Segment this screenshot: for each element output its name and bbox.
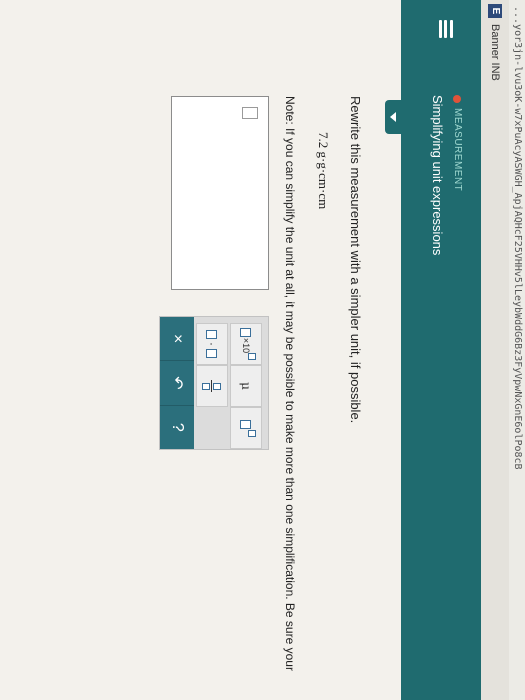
screen: ...yor3jn-lvu3oK-w7xPuAcyASWGH_ApjAQHcF2… xyxy=(0,0,525,700)
url-text: ...yor3jn-lvu3oK-w7xPuAcyASWGH_ApjAQHcF2… xyxy=(512,6,523,470)
measurement-expression: 7.2 g·g·cm·cm xyxy=(316,132,331,210)
undo-button[interactable]: ↶ xyxy=(160,361,194,406)
sci-base-slot xyxy=(240,327,252,337)
answer-input[interactable] xyxy=(171,96,269,290)
sci-exponent-slot xyxy=(248,353,256,361)
question-instruction: Rewrite this measurement with a simpler … xyxy=(348,96,363,424)
clear-button[interactable]: × xyxy=(160,317,194,362)
exp-base-slot xyxy=(240,419,252,429)
multiply-dot-button[interactable]: · xyxy=(196,323,228,365)
category-dot-icon xyxy=(453,95,462,103)
chevron-down-icon xyxy=(390,112,396,122)
topic-header: MEASUREMENT Simplifying unit expressions xyxy=(401,0,481,700)
question-note: Note: If you can simplify the unit at al… xyxy=(283,96,297,671)
dot-left-slot xyxy=(206,330,218,339)
fraction-denominator-slot xyxy=(202,382,211,390)
category-row: MEASUREMENT xyxy=(452,95,463,191)
menu-icon[interactable] xyxy=(439,20,453,38)
answer-slot[interactable] xyxy=(242,107,258,119)
topic-title: Simplifying unit expressions xyxy=(430,95,445,256)
help-icon: ? xyxy=(169,422,186,432)
sci-notation-button[interactable]: ×10 xyxy=(230,323,262,365)
undo-icon: ↶ xyxy=(168,376,185,390)
category-label: MEASUREMENT xyxy=(452,108,463,192)
sci-label: ×10 xyxy=(241,337,251,354)
mu-label: μ xyxy=(239,382,253,390)
dot-right-slot xyxy=(206,349,218,358)
help-button[interactable]: ? xyxy=(160,406,194,449)
mu-button[interactable]: μ xyxy=(230,365,262,407)
fraction-button[interactable] xyxy=(196,365,228,407)
exponent-button[interactable] xyxy=(230,407,262,449)
bookmarks-bar: E Banner INB xyxy=(480,0,509,700)
fraction-numerator-slot xyxy=(213,382,222,390)
bookmark-icon[interactable]: E xyxy=(488,4,502,18)
dot-label: · xyxy=(205,342,219,346)
math-toolbar: ×10 μ · × ↶ ? xyxy=(159,316,269,450)
action-bar: × ↶ ? xyxy=(160,317,194,449)
url-bar[interactable]: ...yor3jn-lvu3oK-w7xPuAcyASWGH_ApjAQHcF2… xyxy=(509,0,525,700)
exp-power-slot xyxy=(248,429,256,437)
collapse-toggle[interactable] xyxy=(385,100,401,134)
bookmark-banner-inb[interactable]: Banner INB xyxy=(489,24,501,81)
close-icon: × xyxy=(169,333,186,344)
fraction-bar xyxy=(211,380,213,392)
